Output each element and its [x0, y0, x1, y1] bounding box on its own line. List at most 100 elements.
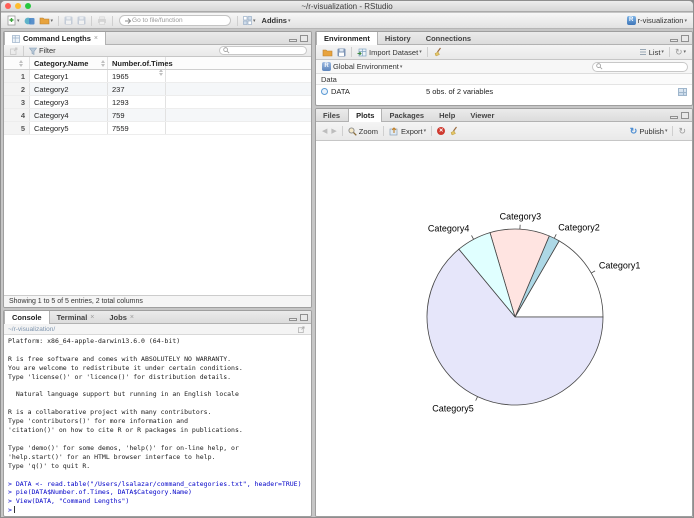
minimize-pane-button[interactable] [289, 38, 297, 42]
goto-file-box[interactable] [119, 15, 232, 26]
filter-button[interactable]: Filter [27, 44, 58, 57]
project-icon: R [626, 16, 636, 25]
save-workspace-button[interactable] [335, 46, 348, 59]
save-button[interactable] [62, 14, 75, 27]
table-cell: Category5 [30, 122, 108, 134]
scope-label: Global Environment [333, 62, 399, 71]
new-project-button[interactable] [22, 14, 37, 27]
list-label: List [648, 47, 661, 57]
environment-search-input[interactable] [603, 63, 683, 70]
remove-plot-button[interactable]: ✕ [435, 125, 447, 138]
col-header-label: Number.of.Times [112, 59, 173, 68]
global-env-icon: R [322, 62, 331, 71]
pie-label-tick [553, 234, 557, 239]
pie-chart: Category1 Category2 Category3 Category4 Cate… [426, 211, 641, 414]
refresh-plot-button[interactable]: ↻ [676, 125, 688, 138]
popout-icon [298, 325, 305, 333]
tab-label: Command Lengths [23, 34, 91, 43]
tab-console[interactable]: Console [4, 311, 50, 324]
object-description: 5 obs. of 2 variables [426, 87, 494, 96]
tab-viewer[interactable]: Viewer [463, 109, 502, 121]
publish-button[interactable]: ↻ Publish ▾ [628, 125, 670, 138]
maximize-pane-button[interactable] [300, 313, 308, 321]
console-prompt[interactable]: > [8, 506, 311, 515]
environment-scope-button[interactable]: R Global Environment ▾ [320, 60, 404, 73]
console-output-line: Type 'contributors()' for more informati… [8, 417, 189, 426]
open-file-button[interactable]: ▾ [37, 14, 56, 27]
zoom-plot-button[interactable]: Zoom [346, 125, 380, 138]
minimize-pane-button[interactable] [670, 38, 678, 42]
zoom-magnifier-icon [348, 126, 357, 136]
open-folder-icon [322, 49, 333, 56]
console-command-line: > View(DATA, "Command Lengths") [8, 497, 130, 506]
save-all-button[interactable] [75, 14, 88, 27]
project-menu-button[interactable]: R r-visualization ▾ [625, 14, 689, 27]
import-dataset-button[interactable]: Import Dataset ▾ [355, 46, 424, 59]
tab-history[interactable]: History [378, 32, 419, 44]
plots-tabbar: Files Plots Packages Help Viewer [316, 109, 692, 122]
view-table-icon[interactable] [678, 87, 687, 96]
minimize-pane-button[interactable] [670, 115, 678, 119]
environment-search-box[interactable] [592, 61, 688, 72]
broom-icon [450, 126, 458, 136]
close-tab-icon[interactable]: × [94, 35, 98, 42]
close-tab-icon[interactable]: × [90, 314, 94, 321]
console-command-line: > DATA <- read.table("/Users/lsalazar/co… [8, 479, 302, 488]
console-popout-button[interactable] [296, 323, 307, 336]
pie-label: Category4 [428, 224, 470, 234]
tab-plots[interactable]: Plots [348, 109, 383, 122]
col-header-number-of-times[interactable]: Number.of.Times [108, 57, 173, 76]
save-icon [337, 48, 346, 56]
table-cell: 1965 [108, 70, 166, 82]
clear-objects-button[interactable] [431, 46, 445, 59]
table-header-row: Category.Name Number.of.Times [4, 57, 311, 76]
tab-packages[interactable]: Packages [382, 109, 432, 121]
maximize-pane-button[interactable] [681, 111, 689, 119]
print-button[interactable] [95, 14, 109, 27]
data-table: Category.Name Number.of.Times 1 Category1… [4, 57, 311, 135]
new-file-button[interactable]: ▾ [5, 14, 22, 27]
load-workspace-button[interactable] [320, 46, 335, 59]
maximize-pane-button[interactable] [300, 34, 308, 42]
data-viewer-search-box[interactable] [219, 46, 307, 55]
data-viewer-search-input[interactable] [230, 47, 300, 54]
console-output-line: Type 'demo()' for some demos, 'help()' f… [8, 443, 239, 452]
rownum-header[interactable] [4, 57, 30, 69]
col-header-category-name[interactable]: Category.Name [30, 57, 108, 69]
maximize-pane-button[interactable] [681, 34, 689, 42]
close-tab-icon[interactable]: × [130, 314, 134, 321]
popout-button[interactable] [8, 44, 20, 57]
tab-help[interactable]: Help [432, 109, 463, 121]
clear-plots-button[interactable] [447, 125, 461, 138]
export-plot-button[interactable]: Export ▾ [387, 125, 428, 138]
tab-connections[interactable]: Connections [419, 32, 479, 44]
console-output[interactable]: Platform: x86_64-apple-darwin13.6.0 (64-… [4, 335, 311, 515]
console-output-line: You are welcome to redistribute it under… [8, 363, 243, 372]
list-view-button[interactable]: List ▾ [637, 46, 666, 59]
table-status-text: Showing 1 to 5 of 5 entries, 2 total col… [4, 295, 311, 307]
refresh-environment-button[interactable]: ↻ ▾ [673, 46, 688, 59]
next-plot-button[interactable]: ▶ [331, 127, 336, 135]
environment-object-row[interactable]: DATA 5 obs. of 2 variables [316, 85, 692, 98]
minimize-pane-button[interactable] [289, 317, 297, 321]
addins-button[interactable]: Addins ▾ [258, 14, 293, 27]
tab-jobs[interactable]: Jobs × [102, 311, 142, 323]
tab-terminal[interactable]: Terminal × [50, 311, 103, 323]
environment-panel: Environment History Connections Import D… [315, 31, 693, 106]
tab-environment[interactable]: Environment [316, 32, 378, 45]
environment-toolbar: Import Dataset ▾ List ▾ ↻ ▾ [316, 45, 692, 60]
pie-label: Category1 [599, 261, 641, 271]
plots-panel: Files Plots Packages Help Viewer ◀ ▶ Zoo… [315, 108, 693, 517]
tab-label: Connections [425, 33, 472, 43]
broom-icon [434, 47, 441, 57]
tab-label: Terminal [56, 312, 88, 322]
goto-file-input[interactable] [132, 17, 223, 24]
console-tabbar: Console Terminal × Jobs × [4, 311, 311, 324]
tab-files[interactable]: Files [316, 109, 348, 121]
previous-plot-button[interactable]: ◀ [322, 127, 327, 135]
table-cell: 4 [4, 109, 30, 121]
remove-plot-icon: ✕ [437, 127, 446, 135]
workspace-panes-button[interactable]: ▾ [241, 14, 258, 27]
